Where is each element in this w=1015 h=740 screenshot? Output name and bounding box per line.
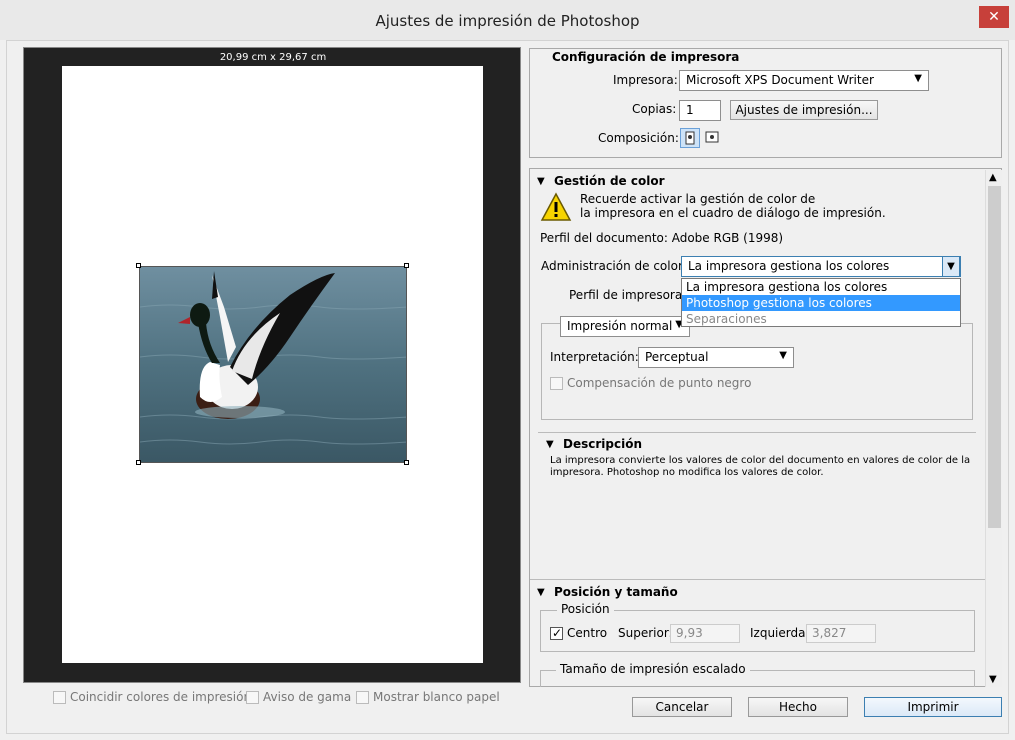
composition-label: Composición: [598,131,679,145]
document-profile: Perfil del documento: Adobe RGB (1998) [540,231,784,245]
paper-size-label: 20,99 cm x 29,67 cm [219,52,327,63]
rendering-intent-label: Interpretación: [550,350,639,364]
printer-profile-label: Perfil de impresora: [569,288,687,302]
top-field[interactable]: 9,93 [670,624,740,643]
black-point-checkbox[interactable]: Compensación de punto negro [550,376,751,390]
chevron-down-icon: ▼ [942,256,960,277]
printer-label: Impresora: [613,73,678,87]
warning-text-line2: la impresora en el cuadro de diálogo de … [580,206,886,220]
print-button[interactable]: Imprimir [864,697,1002,717]
collapse-triangle-icon[interactable]: ▼ [537,176,545,187]
done-button[interactable]: Hecho [748,697,848,717]
settings-scrollbar[interactable]: ▲ ▼ [985,170,1002,687]
dropdown-option-printer[interactable]: La impresora gestiona los colores [682,279,960,295]
checkbox-label: Centro [567,626,608,640]
warning-icon [540,192,572,221]
left-label: Izquierda: [750,626,810,640]
window-title: Ajustes de impresión de Photoshop [375,12,640,30]
checkbox-box [356,690,369,704]
resize-handle-se[interactable] [404,460,409,465]
position-size-title: Posición y tamaño [554,585,678,599]
center-checkbox[interactable]: Centro [550,626,607,640]
rendering-intent-value: Perceptual [645,350,709,364]
show-paper-white-checkbox[interactable]: Mostrar blanco papel [356,690,500,704]
checkbox-box [550,376,563,390]
scroll-up-icon[interactable]: ▲ [989,172,997,183]
position-group-label: Posición [557,602,614,616]
color-handling-label: Administración de color: [541,259,687,273]
dropdown-option-separations[interactable]: Separaciones [682,311,960,327]
description-text-line2: impresora. Photoshop no modifica los val… [550,467,824,478]
copies-input[interactable]: 1 [679,100,721,121]
printer-setup-title: Configuración de impresora [552,50,740,64]
gamut-warning-checkbox[interactable]: Aviso de gama [246,690,351,704]
printer-select-value: Microsoft XPS Document Writer [686,73,874,87]
checkbox-label: Coincidir colores de impresión [70,690,252,704]
resize-handle-sw[interactable] [136,460,141,465]
normal-print-select[interactable]: Impresión normal ▼ [560,316,690,337]
divider [538,432,976,433]
preview-image[interactable] [139,266,407,463]
copies-label: Copias: [632,102,677,116]
color-handling-value: La impresora gestiona los colores [688,259,890,273]
title-bar: Ajustes de impresión de Photoshop ✕ [0,0,1015,40]
collapse-triangle-icon[interactable]: ▼ [546,439,554,450]
resize-handle-nw[interactable] [136,263,141,268]
checkbox-label: Compensación de punto negro [567,376,752,390]
match-print-colors-checkbox[interactable]: Coincidir colores de impresión [53,690,251,704]
chevron-down-icon: ▼ [914,73,922,84]
rendering-group [541,323,973,420]
portrait-layout-icon[interactable] [680,128,700,148]
checkbox-label: Aviso de gama [263,690,352,704]
scaled-size-label: Tamaño de impresión escalado [556,662,750,676]
color-handling-select[interactable]: La impresora gestiona los colores ▼ [681,256,961,277]
dropdown-option-photoshop[interactable]: Photoshop gestiona los colores [682,295,960,311]
color-handling-dropdown: La impresora gestiona los colores Photos… [681,278,961,327]
resize-handle-ne[interactable] [404,263,409,268]
cancel-button[interactable]: Cancelar [632,697,732,717]
top-label: Superior: [618,626,673,640]
collapse-triangle-icon[interactable]: ▼ [537,587,545,598]
print-preview: 20,99 cm x 29,67 cm [23,47,521,683]
checkbox-box [550,626,563,640]
left-field[interactable]: 3,827 [806,624,876,643]
scroll-down-icon[interactable]: ▼ [989,674,997,685]
checkbox-label: Mostrar blanco papel [373,690,500,704]
close-button[interactable]: ✕ [979,6,1009,28]
rendering-intent-select[interactable]: Perceptual ▼ [638,347,794,368]
description-title: Descripción [563,437,642,451]
checkbox-box [53,690,66,704]
divider [530,579,985,580]
landscape-layout-icon[interactable] [703,128,723,148]
checkbox-box [246,690,259,704]
color-management-title: Gestión de color [554,174,665,188]
chevron-down-icon: ▼ [779,350,787,361]
warning-text-line1: Recuerde activar la gestión de color de [580,192,816,206]
normal-print-value: Impresión normal [567,319,673,333]
printer-select[interactable]: Microsoft XPS Document Writer ▼ [679,70,929,91]
description-text-line1: La impresora convierte los valores de co… [550,455,971,466]
print-settings-button[interactable]: Ajustes de impresión... [730,100,878,120]
scrollbar-thumb[interactable] [988,186,1001,528]
paper-sheet [62,66,483,663]
